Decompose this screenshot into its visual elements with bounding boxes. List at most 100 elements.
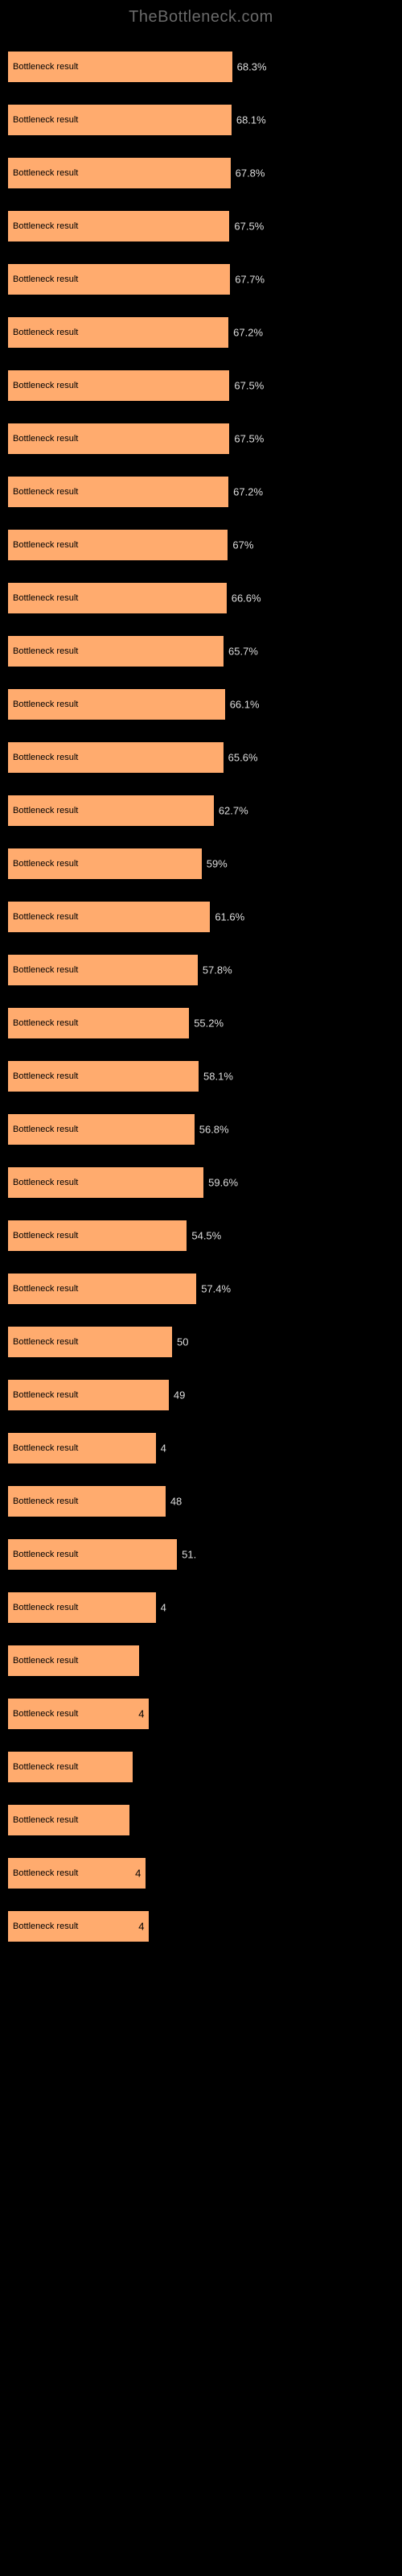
bar-series-label: Bottleneck result: [8, 1868, 78, 1878]
bar-value-label: 57.4%: [201, 1283, 231, 1295]
bar-value-label: 48: [170, 1496, 182, 1508]
category-label: [8, 676, 394, 686]
category-label: [8, 782, 394, 792]
bar: Bottleneck result67.5%: [8, 370, 229, 401]
category-label: [8, 1154, 394, 1164]
bar-series-label: Bottleneck result: [8, 1178, 78, 1187]
bar: Bottleneck result4: [8, 1433, 156, 1463]
bar: Bottleneck result59%: [8, 848, 202, 879]
category-label: [8, 836, 394, 845]
bar-series-label: Bottleneck result: [8, 1550, 78, 1559]
bar: Bottleneck result 4: [8, 1858, 146, 1889]
bar-value-label: 67.8%: [236, 167, 265, 180]
bar-group: Bottleneck result 54.5%: [8, 1208, 394, 1251]
bar-value-label: 4: [135, 1868, 141, 1880]
bar-row: Bottleneck result59%: [8, 848, 394, 879]
bar-row: Bottleneck result67.7%: [8, 264, 394, 295]
bar-row: Bottleneck result 57.4%: [8, 1274, 394, 1304]
bar-row: Bottleneck result58.1%: [8, 1061, 394, 1092]
bar: Bottleneck result67.7%: [8, 264, 230, 295]
bar-row: Bottleneck result55.2%: [8, 1008, 394, 1038]
bar-row: Bottleneck result49: [8, 1380, 394, 1410]
bar-series-label: Bottleneck result: [8, 1603, 78, 1612]
bar-group: Bottleneck result67.7%: [8, 251, 394, 295]
category-label: [8, 1526, 394, 1536]
bar-value-label: 55.2%: [194, 1018, 224, 1030]
bar: Bottleneck result55.2%: [8, 1008, 189, 1038]
bar-series-label: Bottleneck result: [8, 540, 78, 550]
bar-series-label: Bottleneck result: [8, 1231, 78, 1241]
bar-value-label: 61.6%: [215, 911, 244, 923]
bar: Bottleneck result: [8, 1805, 129, 1835]
bar-row: Bottleneck result 61.6%: [8, 902, 394, 932]
bar-series-label: Bottleneck result: [8, 1762, 78, 1772]
category-label: [8, 1898, 394, 1908]
category-label: [8, 889, 394, 898]
bar-row: Bottleneck result4: [8, 1699, 394, 1729]
bar-value-label: 68.1%: [236, 114, 266, 126]
bar-row: Bottleneck result4: [8, 1911, 394, 1942]
bar-group: Bottleneck result50: [8, 1314, 394, 1357]
bar-group: Bottleneck result49: [8, 1367, 394, 1410]
bar: Bottleneck result51.: [8, 1539, 177, 1570]
bar-value-label: 66.1%: [230, 699, 260, 711]
category-label: [8, 1686, 394, 1695]
bar-series-label: Bottleneck result: [8, 275, 78, 284]
bar-group: Bottleneck result57.8%: [8, 942, 394, 985]
bar-group: Bottleneck result: [8, 1633, 394, 1676]
bar-row: Bottleneck result59.6%: [8, 1167, 394, 1198]
bar-value-label: 51.: [182, 1549, 196, 1561]
bar-group: Bottleneck result67.2%: [8, 464, 394, 507]
bar-group: Bottleneck result66.6%: [8, 570, 394, 613]
bar-value-label: 66.6%: [232, 592, 261, 605]
category-label: [8, 570, 394, 580]
bar: Bottleneck result67%: [8, 530, 228, 560]
bar: Bottleneck result4: [8, 1592, 156, 1623]
bar-value-label: 50: [177, 1336, 188, 1348]
bar-row: Bottleneck result48: [8, 1486, 394, 1517]
bar-series-label: Bottleneck result: [8, 700, 78, 709]
category-label: [8, 1579, 394, 1589]
bar-row: Bottleneck result65.6%: [8, 742, 394, 773]
bar-group: Bottleneck result 66.1%: [8, 676, 394, 720]
bar-series-label: Bottleneck result: [8, 1443, 78, 1453]
category-label: [8, 1792, 394, 1802]
bar-value-label: 59%: [207, 858, 228, 870]
bar-group: Bottleneck result67.5%: [8, 411, 394, 454]
bar-series-label: Bottleneck result: [8, 1284, 78, 1294]
bar: Bottleneck result65.7%: [8, 636, 224, 667]
bar-row: Bottleneck result: [8, 1645, 394, 1676]
bar-row: Bottleneck result68.3%: [8, 52, 394, 82]
bar-row: Bottleneck result67.8%: [8, 158, 394, 188]
bar-row: Bottleneck result67%: [8, 530, 394, 560]
category-label: [8, 1473, 394, 1483]
bar-series-label: Bottleneck result: [8, 965, 78, 975]
bar: Bottleneck result4: [8, 1699, 149, 1729]
category-label: [8, 39, 394, 48]
bar-row: Bottleneck result67.5%: [8, 423, 394, 454]
bar: Bottleneck result62.7%: [8, 795, 214, 826]
category-label: [8, 1420, 394, 1430]
bar-series-label: Bottleneck result: [8, 381, 78, 390]
bar-row: Bottleneck result: [8, 1805, 394, 1835]
category-label: [8, 1048, 394, 1058]
bar-group: Bottleneck result59%: [8, 836, 394, 879]
bar-value-label: 54.5%: [191, 1230, 221, 1242]
bar: Bottleneck result65.6%: [8, 742, 224, 773]
bar-row: Bottleneck result56.8%: [8, 1114, 394, 1145]
bar: Bottleneck result66.6%: [8, 583, 227, 613]
bar-value-label: 67.5%: [234, 380, 264, 392]
bar-group: Bottleneck result4: [8, 1420, 394, 1463]
bar-series-label: Bottleneck result: [8, 912, 78, 922]
bar-series-label: Bottleneck result: [8, 434, 78, 444]
bar-group: Bottleneck result68.3%: [8, 39, 394, 82]
bar-group: Bottleneck result 67.5%: [8, 357, 394, 401]
category-label: [8, 1367, 394, 1377]
bar-value-label: 49: [174, 1389, 185, 1402]
bar: Bottleneck result61.6%: [8, 902, 210, 932]
bar-series-label: Bottleneck result: [8, 753, 78, 762]
category-label: [8, 198, 394, 208]
bar: Bottleneck result67.2%: [8, 317, 228, 348]
bar: Bottleneck result66.1%: [8, 689, 225, 720]
bar-value-label: 4: [138, 1708, 144, 1720]
